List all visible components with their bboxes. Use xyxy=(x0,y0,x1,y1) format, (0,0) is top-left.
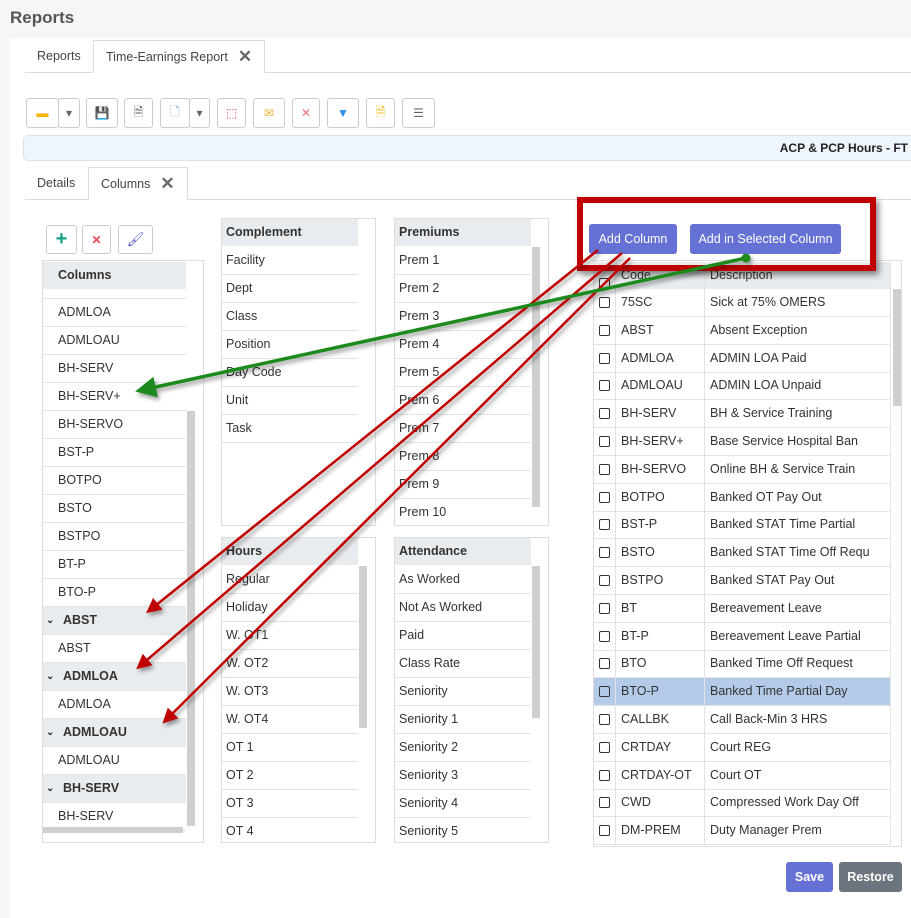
red-arrow-admloau xyxy=(162,257,631,724)
green-arrow xyxy=(135,256,747,398)
dropdown-caret-icon: ▾ xyxy=(65,106,73,120)
green-arrow-origin xyxy=(741,253,751,263)
delete-icon: ✕ xyxy=(300,106,312,120)
document-icon: 🗎 xyxy=(133,104,144,119)
delete-button[interactable]: ✕ xyxy=(292,98,320,128)
filter-button[interactable]: ▼ xyxy=(327,98,359,128)
pdf-icon: ⬚ xyxy=(225,106,238,120)
new-document-icon: 🗋 xyxy=(170,104,180,119)
filter-icon: ▼ xyxy=(337,106,349,120)
save-button[interactable]: 💾 xyxy=(86,98,118,128)
email-icon: ✉ xyxy=(263,106,275,120)
new-document-button[interactable]: 🗋 xyxy=(160,98,190,128)
notes-icon: 🗎 xyxy=(375,104,386,119)
list-button[interactable]: ☰ xyxy=(402,98,435,128)
dropdown-caret-button[interactable]: ▾ xyxy=(58,98,80,128)
list-icon: ☰ xyxy=(413,106,424,120)
pdf-button[interactable]: ⬚ xyxy=(217,98,246,128)
notes-button[interactable]: 🗎 xyxy=(366,98,395,128)
email-button[interactable]: ✉ xyxy=(253,98,285,128)
dropdown-caret-button[interactable]: ▾ xyxy=(189,98,210,128)
annotation-arrows xyxy=(135,249,751,724)
document-button[interactable]: 🗎 xyxy=(124,98,153,128)
folder-icon: ▬ xyxy=(36,106,49,120)
save-icon: 💾 xyxy=(94,106,110,120)
dropdown-caret-icon: ▾ xyxy=(196,106,203,120)
folder-button[interactable]: ▬ xyxy=(26,98,59,128)
red-arrow-admloa xyxy=(136,252,623,670)
